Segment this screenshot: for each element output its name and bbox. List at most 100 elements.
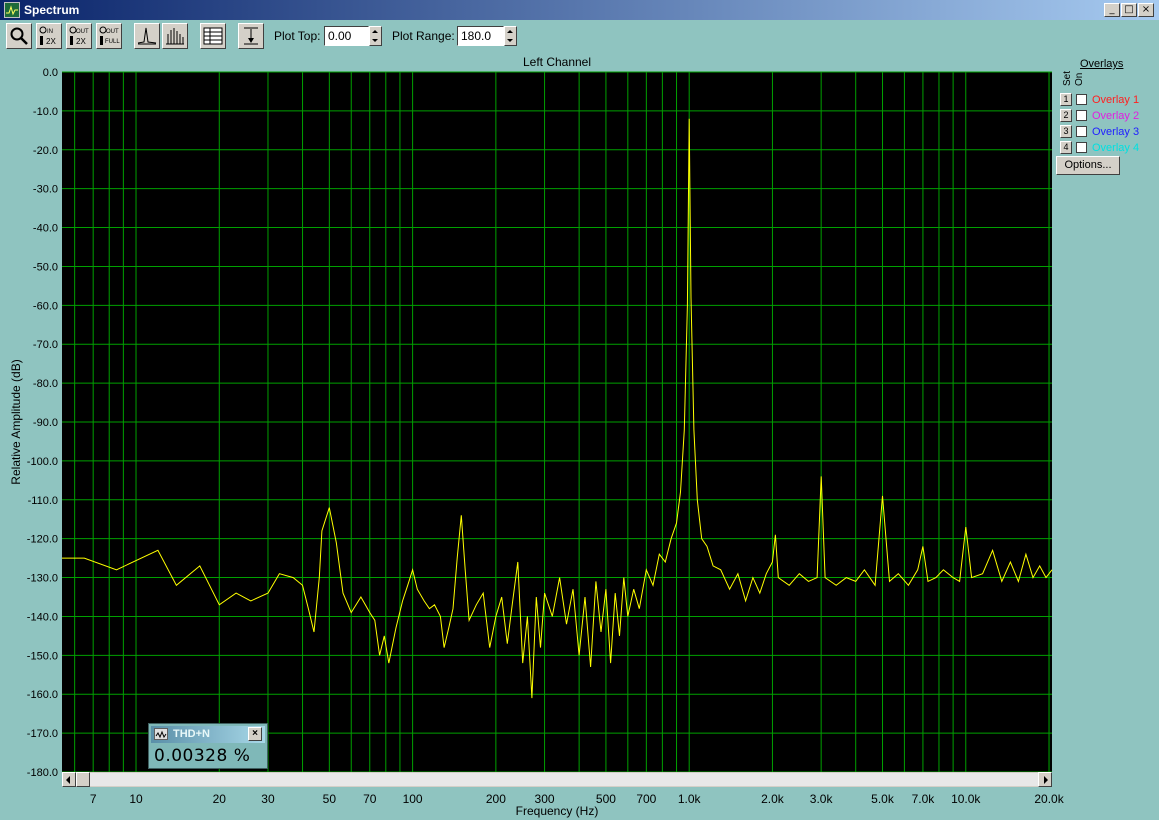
- plot-range-label: Plot Range:: [392, 29, 455, 43]
- horizontal-scrollbar[interactable]: [62, 772, 1052, 787]
- x-tick-label: 10: [129, 792, 143, 806]
- x-tick-label: 2.0k: [761, 792, 785, 806]
- maximize-button[interactable]: □: [1121, 3, 1137, 17]
- overlay-row: 2 Overlay 2: [1060, 108, 1156, 123]
- bar-plot-icon: [166, 28, 184, 45]
- x-tick-label: 200: [486, 792, 506, 806]
- svg-text:2X: 2X: [76, 37, 86, 46]
- svg-text:OUT: OUT: [106, 29, 119, 35]
- chart-title: Left Channel: [523, 55, 591, 69]
- overlay-name: Overlay 4: [1092, 142, 1140, 154]
- overlay-row: 4 Overlay 4: [1060, 140, 1156, 155]
- overlay-name: Overlay 3: [1092, 126, 1140, 138]
- y-tick-label: -20.0: [33, 145, 58, 157]
- overlay-set-button[interactable]: 4: [1060, 141, 1072, 154]
- window-title: Spectrum: [24, 3, 80, 17]
- y-tick-label: -70.0: [33, 339, 58, 351]
- overlay-on-checkbox[interactable]: [1076, 110, 1087, 121]
- overlay-name: Overlay 1: [1092, 94, 1140, 106]
- x-axis-label: Frequency (Hz): [516, 804, 599, 818]
- overlay-row: 1 Overlay 1: [1060, 92, 1156, 107]
- scroll-right-button[interactable]: [1038, 772, 1052, 787]
- meter-close-button[interactable]: ×: [248, 727, 262, 741]
- y-tick-label: -130.0: [27, 573, 58, 585]
- scroll-track[interactable]: [90, 773, 1038, 786]
- table-view-button[interactable]: [200, 23, 226, 49]
- zoom-icon: [10, 27, 28, 45]
- overlay-row: 3 Overlay 3: [1060, 124, 1156, 139]
- y-tick-label: -120.0: [27, 534, 58, 546]
- meter-label: THD+N: [173, 728, 210, 740]
- overlay-set-button[interactable]: 2: [1060, 109, 1072, 122]
- x-tick-label: 5.0k: [871, 792, 895, 806]
- zoom-out-2x-icon: OUT 2X: [69, 26, 89, 46]
- waveform-icon: [154, 728, 168, 740]
- zoom-button[interactable]: [6, 23, 32, 49]
- y-tick-label: -150.0: [27, 650, 58, 662]
- overlay-set-button[interactable]: 3: [1060, 125, 1072, 138]
- plot-top-spinner[interactable]: [369, 26, 382, 46]
- x-tick-label: 700: [636, 792, 656, 806]
- zoom-out-2x-button[interactable]: OUT 2X: [66, 23, 92, 49]
- y-tick-label: -10.0: [33, 106, 58, 118]
- x-tick-label: 20.0k: [1034, 792, 1064, 806]
- line-plot-icon: [137, 27, 157, 45]
- overlay-on-checkbox[interactable]: [1076, 94, 1087, 105]
- x-tick-label: 20: [213, 792, 227, 806]
- scroll-thumb[interactable]: [76, 772, 90, 787]
- x-tick-label: 3.0k: [810, 792, 834, 806]
- meter-title-bar[interactable]: THD+N ×: [151, 726, 265, 743]
- x-tick-label: 500: [596, 792, 616, 806]
- zoom-in-2x-icon: IN 2X: [39, 26, 56, 46]
- x-tick-label: 50: [323, 792, 337, 806]
- autoscale-button[interactable]: [238, 23, 264, 49]
- y-axis-label: Relative Amplitude (dB): [9, 359, 23, 484]
- overlay-set-button[interactable]: 1: [1060, 93, 1072, 106]
- x-tick-label: 7.0k: [912, 792, 936, 806]
- scroll-left-button[interactable]: [62, 772, 76, 787]
- y-tick-label: -90.0: [33, 417, 58, 429]
- x-tick-label: 100: [403, 792, 423, 806]
- y-tick-label: -80.0: [33, 378, 58, 390]
- y-tick-label: -50.0: [33, 261, 58, 273]
- table-view-icon: [203, 27, 223, 45]
- bar-plot-button[interactable]: [162, 23, 188, 49]
- overlay-on-checkbox[interactable]: [1076, 142, 1087, 153]
- options-button[interactable]: Options...: [1056, 156, 1120, 175]
- plot-top-label: Plot Top:: [274, 29, 321, 43]
- zoom-in-2x-button[interactable]: IN 2X: [36, 23, 62, 49]
- plot-range-input[interactable]: 180.0: [457, 26, 504, 46]
- x-tick-label: 7: [90, 792, 97, 806]
- plot-top-input[interactable]: 0.00: [324, 26, 369, 46]
- plot-range-spinner[interactable]: [504, 26, 517, 46]
- y-tick-label: 0.0: [43, 67, 58, 79]
- thd-n-meter[interactable]: THD+N × 0.00328 %: [148, 723, 268, 769]
- zoom-out-full-button[interactable]: OUT FULL: [96, 23, 122, 49]
- y-tick-label: -60.0: [33, 300, 58, 312]
- spectrum-app-icon: [4, 2, 20, 18]
- toolbar: IN 2X OUT 2X OUT FULL Plot Top: 0.00 Plot R…: [0, 20, 1159, 52]
- line-plot-button[interactable]: [134, 23, 160, 49]
- y-tick-label: -30.0: [33, 184, 58, 196]
- title-bar: Spectrum _ □ ×: [0, 0, 1159, 20]
- spectrum-chart[interactable]: Left Channel 0.0 -10.0 -20.0 -30.0 -40.0 -50.0…: [0, 52, 1159, 820]
- overlays-title: Overlays: [1080, 58, 1124, 70]
- y-tick-label: -110.0: [28, 495, 58, 507]
- overlays-on-column: On: [1074, 72, 1085, 86]
- svg-text:OUT: OUT: [76, 29, 89, 35]
- thd-n-value: 0.00328 %: [154, 746, 251, 766]
- overlay-name: Overlay 2: [1092, 110, 1140, 122]
- y-tick-label: -140.0: [27, 611, 58, 623]
- overlay-on-checkbox[interactable]: [1076, 126, 1087, 137]
- y-tick-label: -180.0: [27, 767, 58, 779]
- minimize-button[interactable]: _: [1104, 3, 1120, 17]
- x-tick-label: 10.0k: [951, 792, 981, 806]
- x-tick-label: 1.0k: [678, 792, 702, 806]
- close-button[interactable]: ×: [1138, 3, 1154, 17]
- svg-text:IN: IN: [47, 29, 53, 35]
- y-tick-label: -170.0: [27, 728, 58, 740]
- x-tick-label: 30: [261, 792, 275, 806]
- svg-text:2X: 2X: [46, 37, 56, 46]
- x-tick-label: 70: [363, 792, 377, 806]
- zoom-out-full-icon: OUT FULL: [99, 26, 120, 45]
